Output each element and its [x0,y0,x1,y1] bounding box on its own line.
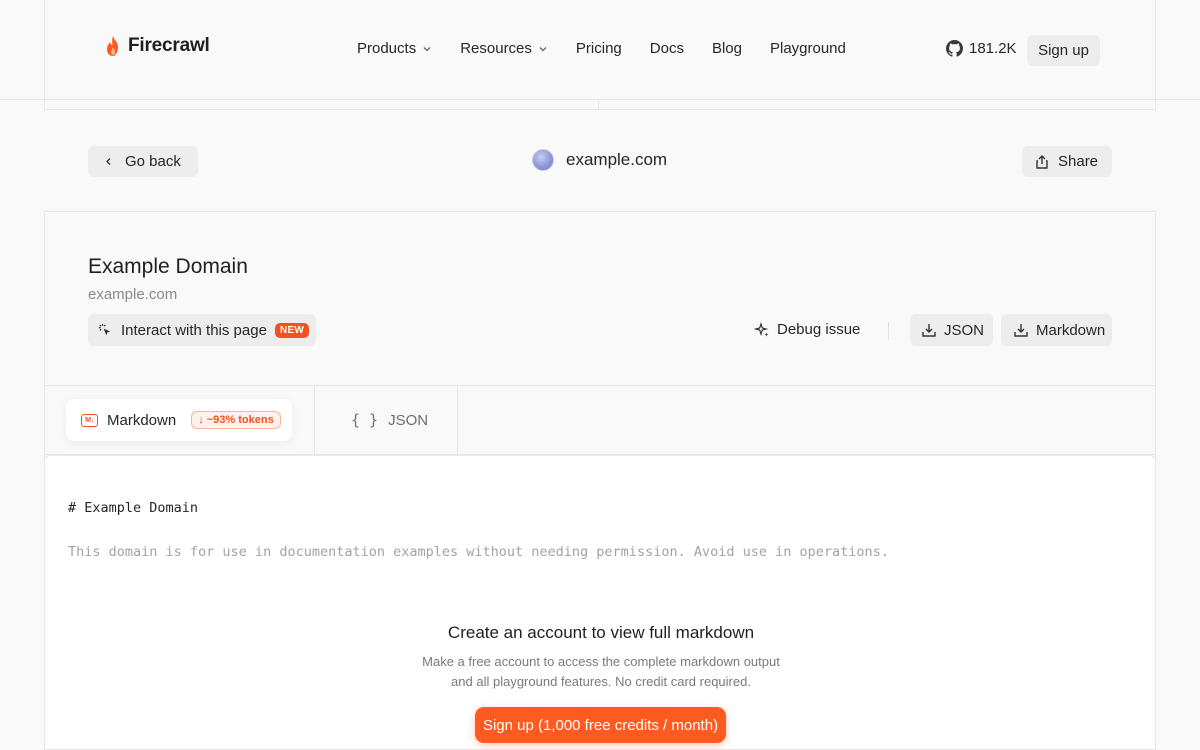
page-header: Go back example.com Share [44,110,1156,212]
download-json-label: JSON [944,321,985,339]
markdown-preview: # Example Domain This domain is for use … [44,455,1156,750]
go-back-label: Go back [125,153,181,170]
globe-icon [532,149,554,171]
signup-button[interactable]: Sign up [1027,35,1100,66]
site-indicator: example.com [532,149,667,171]
nav-resources[interactable]: Resources [460,40,548,57]
markdown-icon: M↓ [81,413,98,427]
download-json-button[interactable]: JSON [910,314,993,346]
chevron-down-icon [423,46,431,51]
tab-json-label: JSON [388,411,429,429]
new-badge: NEW [274,322,310,338]
tab-divider [457,386,458,455]
token-savings-badge: ↓ ~93% tokens [191,411,281,429]
cta-description-line: and all playground features. No credit c… [451,674,751,689]
braces-icon: { } [351,411,379,429]
cta-signup-button[interactable]: Sign up (1,000 free credits / month) [475,707,726,743]
share-icon [1036,154,1048,169]
nav-products[interactable]: Products [357,40,432,57]
nav-docs-label: Docs [649,40,684,57]
download-icon [922,324,936,337]
brand-name: Firecrawl [128,35,210,56]
download-markdown-button[interactable]: Markdown [1001,314,1112,346]
divider-tick [598,100,599,110]
page-title: Example Domain [88,255,248,278]
interact-label: Interact with this page [121,321,267,339]
nav-links: Products Resources Pricing Docs Blog Pla… [357,40,846,57]
github-stars-count: 181.2K [969,40,1017,57]
cta-description: Make a free account to access the comple… [401,652,801,692]
debug-issue-button[interactable]: Debug issue [754,321,860,338]
github-icon [946,40,963,57]
share-button[interactable]: Share [1022,146,1112,177]
tab-markdown[interactable]: M↓ Markdown ↓ ~93% tokens [66,399,292,441]
nav-docs[interactable]: Docs [650,40,684,57]
page-url: example.com [88,286,178,303]
nav-pricing-label: Pricing [575,40,622,57]
top-navbar: Firecrawl Products Resources Pricing Doc… [0,0,1200,100]
go-back-button[interactable]: Go back [88,146,198,177]
chevron-left-icon [106,158,111,165]
site-domain: example.com [566,150,668,169]
markdown-heading-line: # Example Domain [68,500,199,516]
nav-blog[interactable]: Blog [712,40,742,57]
nav-blog-label: Blog [711,40,742,57]
interact-button[interactable]: Interact with this page NEW [88,314,316,346]
format-tabs: M↓ Markdown ↓ ~93% tokens { } JSON [44,386,1156,455]
flame-icon [107,36,118,56]
sparkles-icon [754,321,769,336]
markdown-body-line: This domain is for use in documentation … [68,544,889,560]
debug-issue-label: Debug issue [777,321,861,338]
logo[interactable]: Firecrawl [104,35,210,57]
download-icon [1014,324,1028,337]
chevron-down-icon [539,46,547,51]
tab-markdown-label: Markdown [107,411,177,429]
nav-playground-label: Playground [769,40,846,57]
nav-playground[interactable]: Playground [770,40,846,57]
tab-json[interactable]: { } JSON [351,411,428,429]
nav-pricing[interactable]: Pricing [576,40,622,57]
tab-divider [314,386,315,455]
share-label: Share [1058,153,1099,170]
nav-divider-row [44,100,1156,110]
cta-title: Create an account to view full markdown [447,623,755,642]
nav-products-label: Products [357,40,417,57]
separator [888,322,889,340]
cta-description-line: Make a free account to access the comple… [422,654,780,669]
page-info-section: Example Domain example.com Interact with… [44,212,1156,386]
download-markdown-label: Markdown [1036,321,1106,339]
github-stars-link[interactable]: 181.2K [946,40,1017,57]
cursor-click-icon [98,323,111,335]
nav-resources-label: Resources [460,40,532,57]
